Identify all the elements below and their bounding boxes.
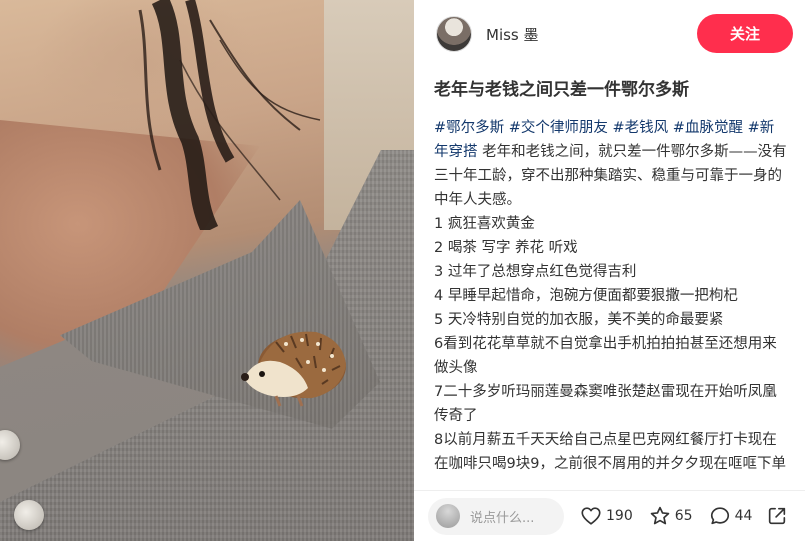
post-detail-panel: Miss 墨 关注 老年与老钱之间只差一件鄂尔多斯 #鄂尔多斯 #交个律师朋友 …	[414, 0, 805, 541]
post-line: 6看到花花草草就不自觉拿出手机拍拍拍甚至还想用来做头像	[434, 336, 777, 376]
sweater-button	[14, 500, 44, 530]
comment-count: 44	[734, 508, 753, 524]
comment-button[interactable]: 44	[709, 505, 753, 527]
post-intro-paragraph: #鄂尔多斯 #交个律师朋友 #老钱风 #血脉觉醒 #新年穿搭 老年和老钱之间，就…	[434, 116, 787, 212]
hashtag-link[interactable]: #交个律师朋友	[509, 120, 608, 136]
author-info[interactable]: Miss 墨	[436, 16, 539, 52]
post-line: 4 早睡早起惜命，泡碗方便面都要狠撒一把枸杞	[434, 288, 738, 304]
hashtag-link[interactable]: #老钱风	[613, 120, 669, 136]
follow-button[interactable]: 关注	[697, 14, 793, 53]
like-count: 190	[606, 508, 633, 524]
post-image[interactable]	[0, 0, 414, 541]
collect-button[interactable]: 65	[649, 505, 693, 527]
post-line: 2 喝茶 写字 养花 听戏	[434, 240, 578, 256]
collect-count: 65	[674, 508, 693, 524]
post-content[interactable]: 老年与老钱之间只差一件鄂尔多斯 #鄂尔多斯 #交个律师朋友 #老钱风 #血脉觉醒…	[414, 68, 805, 490]
author-name[interactable]: Miss 墨	[486, 24, 539, 45]
post-line: 3 过年了总想穿点红色觉得吉利	[434, 264, 637, 280]
heart-icon	[581, 507, 601, 525]
like-button[interactable]: 190	[580, 505, 633, 527]
comment-input[interactable]: 说点什么...	[428, 497, 564, 535]
post-title: 老年与老钱之间只差一件鄂尔多斯	[434, 80, 689, 100]
post-description: #鄂尔多斯 #交个律师朋友 #老钱风 #血脉觉醒 #新年穿搭 老年和老钱之间，就…	[414, 102, 805, 476]
post-line: 1 疯狂喜欢黄金	[434, 216, 535, 232]
comment-placeholder: 说点什么...	[470, 510, 535, 526]
user-avatar	[436, 504, 460, 528]
post-line: 5 天冷特别自觉的加衣服，美不美的命最要紧	[434, 312, 724, 328]
share-button[interactable]	[766, 505, 788, 527]
author-avatar[interactable]	[436, 16, 472, 52]
hashtag-link[interactable]: #鄂尔多斯	[434, 120, 504, 136]
sweater-button	[0, 430, 20, 460]
post-line: 8以前月薪五千天天给自己点星巴克网红餐厅打卡现在在咖啡只喝9块9，之前很不屑用的…	[434, 432, 786, 472]
share-icon	[769, 507, 786, 525]
star-icon	[650, 506, 669, 525]
comment-bubble-icon	[710, 507, 729, 525]
hair-strands	[138, 0, 321, 230]
hedgehog-brooch	[241, 331, 346, 407]
engagement-bar: 说点什么... 190 65 44	[414, 490, 805, 541]
post-intro-text: 老年和老钱之间，就只差一件鄂尔多斯——没有三十年工龄，穿不出那种集踏实、稳重与可…	[434, 144, 787, 208]
post-line: 7二十多岁听玛丽莲曼森窦唯张楚赵雷现在开始听凤凰传奇了	[434, 384, 777, 424]
hashtag-link[interactable]: #血脉觉醒	[673, 120, 743, 136]
